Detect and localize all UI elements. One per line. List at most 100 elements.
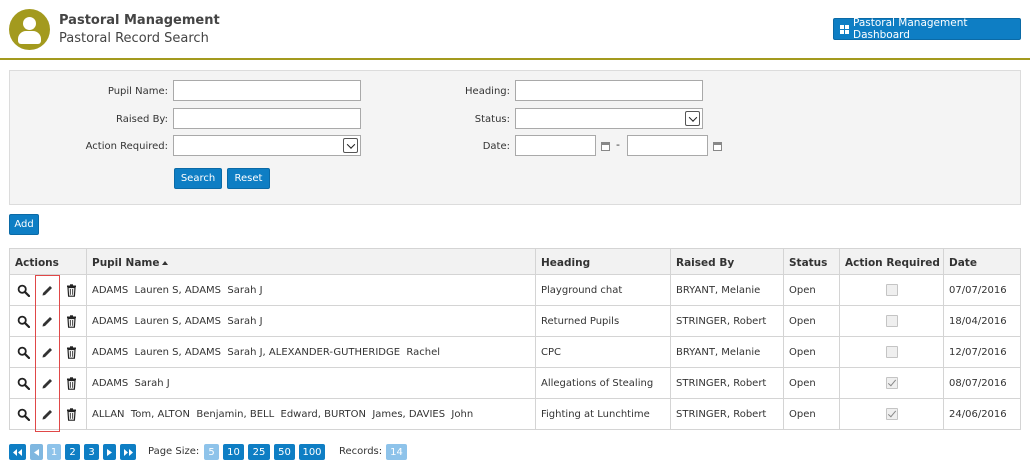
date-label: Date: xyxy=(482,141,510,152)
cell-status: Open xyxy=(783,368,839,398)
cell-action-required xyxy=(839,275,943,305)
grid-icon xyxy=(840,24,849,34)
column-header-date[interactable]: Date xyxy=(943,249,1022,276)
cell-status: Open xyxy=(783,306,839,336)
pencil-icon[interactable] xyxy=(41,377,54,390)
table-row: ALLAN Tom, ALTON Benjamin, BELL Edward, … xyxy=(9,399,1021,430)
search-icon[interactable] xyxy=(17,284,30,297)
status-select[interactable] xyxy=(515,108,703,129)
table-row: ADAMS Lauren S, ADAMS Sarah J, ALEXANDER… xyxy=(9,337,1021,368)
cell-actions xyxy=(10,306,86,336)
raised-by-input[interactable] xyxy=(173,108,361,129)
action-required-checkbox xyxy=(885,284,898,296)
cell-pupil-name: ALLAN Tom, ALTON Benjamin, BELL Edward, … xyxy=(86,399,535,429)
cell-action-required xyxy=(839,337,943,367)
action-required-checkbox xyxy=(885,408,898,420)
search-button[interactable]: Search xyxy=(174,168,222,189)
pencil-icon[interactable] xyxy=(41,315,54,328)
cell-heading: Returned Pupils xyxy=(535,306,670,336)
add-button[interactable]: Add xyxy=(9,214,39,235)
cell-heading: CPC xyxy=(535,337,670,367)
trash-icon[interactable] xyxy=(65,315,78,328)
trash-icon[interactable] xyxy=(65,284,78,297)
app-title: Pastoral Management xyxy=(59,13,220,28)
page-size-5[interactable]: 5 xyxy=(204,444,219,460)
cell-action-required xyxy=(839,368,943,398)
cell-pupil-name: ADAMS Lauren S, ADAMS Sarah J xyxy=(86,306,535,336)
date-separator: - xyxy=(616,138,620,151)
action-required-checkbox xyxy=(885,377,898,389)
column-header-actions: Actions xyxy=(15,256,59,269)
calendar-icon[interactable] xyxy=(601,142,610,151)
sort-asc-icon xyxy=(162,260,169,265)
cell-status: Open xyxy=(783,275,839,305)
double-chevron-left-icon xyxy=(13,448,22,456)
trash-icon[interactable] xyxy=(65,346,78,359)
prev-page-button[interactable] xyxy=(30,444,43,460)
cell-heading: Fighting at Lunchtime xyxy=(535,399,670,429)
page-header: Pastoral Management Pastoral Record Sear… xyxy=(0,0,1030,60)
pupil-name-input[interactable] xyxy=(173,80,361,101)
pencil-icon[interactable] xyxy=(41,284,54,297)
column-header-status[interactable]: Status xyxy=(783,249,839,276)
records-label: Records: xyxy=(339,446,383,457)
trash-icon[interactable] xyxy=(65,408,78,421)
cell-raised-by: STRINGER, Robert xyxy=(670,306,783,336)
cell-date: 18/04/2016 xyxy=(943,306,1022,336)
pencil-icon[interactable] xyxy=(41,346,54,359)
cell-raised-by: BRYANT, Melanie xyxy=(670,337,783,367)
cell-status: Open xyxy=(783,337,839,367)
column-header-heading[interactable]: Heading xyxy=(535,249,670,276)
pencil-icon[interactable] xyxy=(41,408,54,421)
column-header-pupil-name[interactable]: Pupil Name xyxy=(86,249,535,276)
user-avatar-icon xyxy=(9,9,50,50)
double-chevron-right-icon xyxy=(123,448,133,456)
heading-label: Heading: xyxy=(465,86,510,97)
cell-pupil-name: ADAMS Lauren S, ADAMS Sarah J, ALEXANDER… xyxy=(86,337,535,367)
chevron-left-icon xyxy=(34,448,39,456)
cell-actions xyxy=(10,368,86,398)
cell-date: 24/06/2016 xyxy=(943,399,1022,429)
chevron-down-icon xyxy=(343,138,358,153)
dashboard-button[interactable]: Pastoral Management Dashboard xyxy=(833,17,1021,41)
search-icon[interactable] xyxy=(17,408,30,421)
page-button-2[interactable]: 2 xyxy=(65,444,80,460)
table-row: ADAMS Lauren S, ADAMS Sarah J Playground … xyxy=(9,275,1021,306)
table-header: Actions Pupil Name Heading Raised By Sta… xyxy=(9,248,1022,276)
calendar-icon[interactable] xyxy=(713,142,722,151)
date-from-input[interactable] xyxy=(515,135,596,156)
next-page-button[interactable] xyxy=(103,444,116,460)
page-size-label: Page Size: xyxy=(148,446,200,457)
date-to-input[interactable] xyxy=(627,135,708,156)
page-button-1[interactable]: 1 xyxy=(47,444,61,460)
page-button-3[interactable]: 3 xyxy=(84,444,99,460)
first-page-button[interactable] xyxy=(9,444,26,460)
page-size-100[interactable]: 100 xyxy=(299,444,325,460)
heading-input[interactable] xyxy=(515,80,703,101)
cell-heading: Playground chat xyxy=(535,275,670,305)
action-required-label: Action Required: xyxy=(85,141,168,152)
cell-actions xyxy=(10,399,86,429)
chevron-right-icon xyxy=(107,448,112,456)
reset-button[interactable]: Reset xyxy=(227,168,270,189)
search-icon[interactable] xyxy=(17,346,30,359)
trash-icon[interactable] xyxy=(65,377,78,390)
cell-status: Open xyxy=(783,399,839,429)
cell-actions xyxy=(10,337,86,367)
page-size-25[interactable]: 25 xyxy=(248,444,270,460)
action-required-select[interactable] xyxy=(173,135,361,156)
page-size-50[interactable]: 50 xyxy=(274,444,295,460)
records-count: 14 xyxy=(386,444,407,460)
column-header-action-required[interactable]: Action Required xyxy=(839,249,943,276)
last-page-button[interactable] xyxy=(120,444,136,460)
page-title: Pastoral Record Search xyxy=(59,31,209,46)
table-row: ADAMS Sarah J Allegations of Stealing STRI… xyxy=(9,368,1021,399)
search-icon[interactable] xyxy=(17,377,30,390)
search-icon[interactable] xyxy=(17,315,30,328)
dashboard-button-label: Pastoral Management Dashboard xyxy=(853,17,968,41)
column-header-raised-by[interactable]: Raised By xyxy=(670,249,783,276)
page-size-10[interactable]: 10 xyxy=(223,444,244,460)
cell-action-required xyxy=(839,306,943,336)
cell-pupil-name: ADAMS Sarah J xyxy=(86,368,535,398)
status-label: Status: xyxy=(474,114,510,125)
